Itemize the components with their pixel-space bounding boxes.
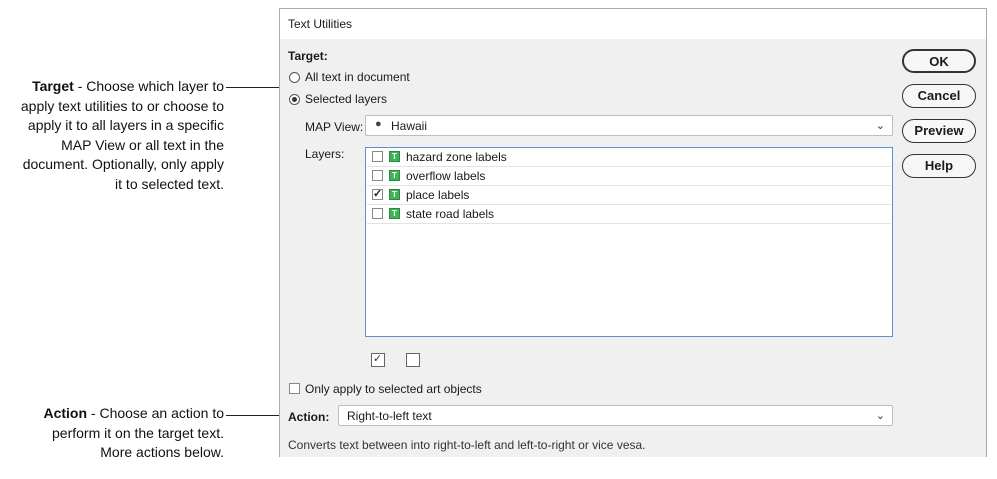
layer-checkbox-overflow[interactable] — [372, 170, 383, 181]
action-callout-term: Action — [43, 405, 88, 421]
list-item[interactable]: T state road labels — [367, 205, 891, 224]
layer-label: place labels — [406, 188, 470, 202]
list-item[interactable]: T overflow labels — [367, 167, 891, 186]
radio-selected-layers[interactable] — [289, 94, 300, 105]
target-callout-line-1: - Choose which layer to — [77, 78, 224, 94]
help-button[interactable]: Help — [902, 154, 976, 178]
map-view-dropdown[interactable]: ● Hawaii ⌄ — [365, 115, 893, 136]
map-view-value: Hawaii — [391, 119, 428, 133]
layers-label: Layers: — [305, 147, 345, 161]
only-selected-art-label[interactable]: Only apply to selected art objects — [305, 382, 482, 396]
check-icon: ✓ — [373, 353, 383, 365]
action-callout-line-2: perform it on the target text. — [52, 424, 224, 441]
action-callout-line-3: More actions below. — [100, 444, 224, 460]
action-description: Converts text between into right-to-left… — [288, 438, 646, 452]
text-layer-icon: T — [389, 189, 400, 200]
target-label: Target: — [288, 49, 328, 63]
target-callout-term: Target — [32, 78, 74, 94]
globe-icon: ● — [375, 118, 382, 130]
text-utilities-dialog: Text Utilities Target: All text in docum… — [279, 8, 987, 457]
radio-all-text[interactable] — [289, 72, 300, 83]
target-callout-line-2: apply text utilities to or choose to — [20, 97, 224, 114]
target-callout-line-4: MAP View or all text in the — [61, 136, 224, 153]
target-callout-line-3: apply it to all layers in a specific — [27, 117, 224, 133]
radio-selected-layers-label[interactable]: Selected layers — [305, 92, 387, 106]
layers-list[interactable]: T hazard zone labels T overflow labels T… — [365, 147, 893, 337]
layer-label: state road labels — [406, 207, 495, 221]
action-value: Right-to-left text — [347, 409, 432, 423]
layer-label: hazard zone labels — [406, 150, 507, 164]
action-callout: Action - Choose an action to perform it … — [0, 404, 224, 463]
text-layer-icon: T — [389, 208, 400, 219]
chevron-down-icon: ⌄ — [875, 120, 885, 132]
target-callout-line-6: it to selected text. — [115, 175, 224, 192]
radio-all-text-label[interactable]: All text in document — [305, 70, 410, 84]
layer-label: overflow labels — [406, 169, 486, 183]
target-leader-line — [226, 87, 284, 88]
only-selected-art-checkbox[interactable] — [289, 383, 300, 394]
target-callout-line-5: document. Optionally, only apply — [22, 156, 224, 172]
select-none-layers-button[interactable] — [406, 353, 420, 367]
list-item[interactable]: T hazard zone labels — [367, 148, 891, 167]
map-view-label: MAP View: — [305, 120, 364, 134]
layer-checkbox-state-road[interactable] — [372, 208, 383, 219]
list-item[interactable]: T place labels — [367, 186, 891, 205]
chevron-down-icon: ⌄ — [875, 410, 885, 422]
ok-button[interactable]: OK — [902, 49, 976, 73]
layer-checkbox-hazard-zone[interactable] — [372, 151, 383, 162]
preview-button[interactable]: Preview — [902, 119, 976, 143]
action-callout-line-1: - Choose an action to — [90, 405, 224, 421]
select-all-layers-button[interactable]: ✓ — [371, 353, 385, 367]
dialog-title: Text Utilities — [280, 9, 986, 39]
text-layer-icon: T — [389, 151, 400, 162]
action-dropdown[interactable]: Right-to-left text ⌄ — [338, 405, 893, 426]
target-callout: Target - Choose which layer to apply tex… — [0, 77, 224, 194]
action-label: Action: — [288, 410, 330, 424]
text-layer-icon: T — [389, 170, 400, 181]
cancel-button[interactable]: Cancel — [902, 84, 976, 108]
action-leader-line — [226, 415, 284, 416]
layer-checkbox-place[interactable] — [372, 187, 383, 200]
